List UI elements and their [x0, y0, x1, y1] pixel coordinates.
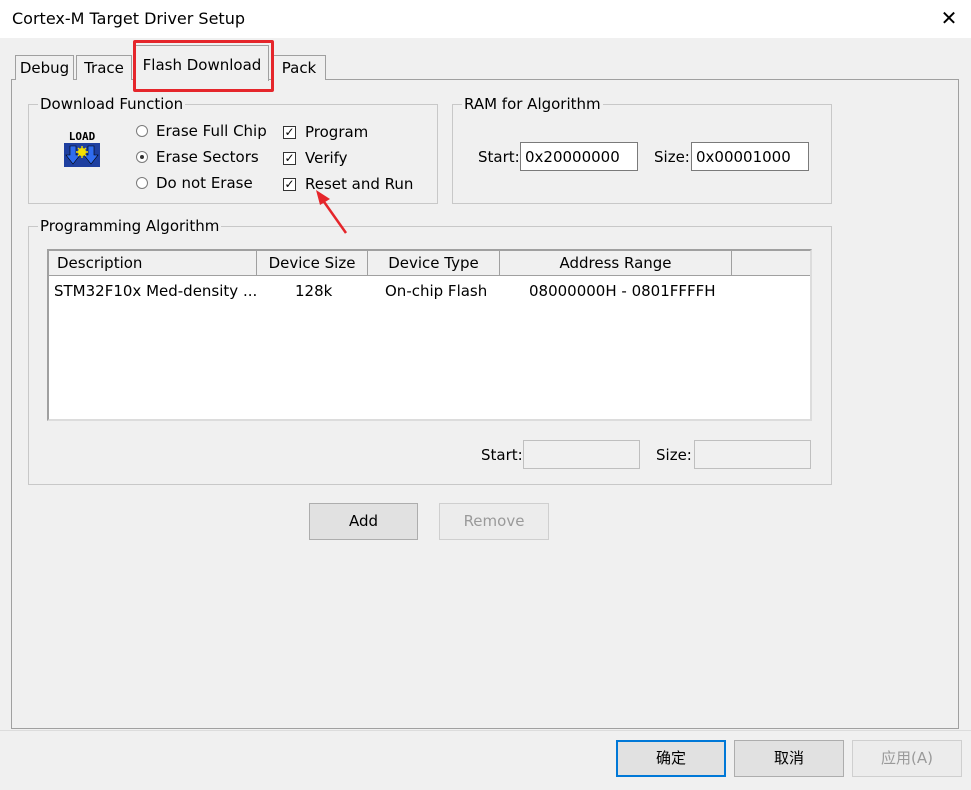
algorithm-size-label: Size: [656, 446, 692, 464]
radio-erase-sectors-label: Erase Sectors [156, 148, 259, 166]
column-header-description[interactable]: Description [49, 251, 257, 276]
title-bar: Cortex-M Target Driver Setup ✕ [0, 0, 971, 38]
algorithm-start-input[interactable] [523, 440, 640, 469]
column-header-address-range[interactable]: Address Range [500, 251, 732, 276]
ram-size-input[interactable] [691, 142, 809, 171]
ram-start-input[interactable] [520, 142, 638, 171]
table-row[interactable]: STM32F10x Med-density ... 128k On-chip F… [49, 278, 810, 304]
ram-size-label: Size: [654, 148, 690, 166]
radio-erase-full-chip[interactable] [136, 125, 148, 137]
radio-do-not-erase[interactable] [136, 177, 148, 189]
column-header-filler [732, 251, 810, 276]
download-function-legend: Download Function [38, 95, 186, 113]
annotation-arrow-icon [316, 190, 348, 234]
algorithm-table[interactable]: Description Device Size Device Type Addr… [47, 249, 812, 421]
checkbox-verify-label: Verify [305, 149, 348, 167]
checkbox-verify[interactable]: ✓ [283, 152, 296, 165]
checkbox-reset-and-run[interactable]: ✓ [283, 178, 296, 191]
radio-erase-sectors[interactable] [136, 151, 148, 163]
tab-debug[interactable]: Debug [15, 55, 74, 80]
column-header-device-size[interactable]: Device Size [257, 251, 368, 276]
add-button[interactable]: Add [309, 503, 418, 540]
ram-for-algorithm-legend: RAM for Algorithm [462, 95, 603, 113]
programming-algorithm-legend: Programming Algorithm [38, 217, 222, 235]
algorithm-start-label: Start: [481, 446, 523, 464]
checkbox-program-label: Program [305, 123, 369, 141]
footer-separator [0, 730, 971, 731]
cell-description: STM32F10x Med-density ... [54, 282, 258, 300]
window-title: Cortex-M Target Driver Setup [12, 9, 245, 28]
cell-device-size: 128k [295, 282, 333, 300]
checkbox-program[interactable]: ✓ [283, 126, 296, 139]
apply-button[interactable]: 应用(A) [852, 740, 962, 777]
cell-device-type: On-chip Flash [385, 282, 488, 300]
load-icon-text: LOAD [69, 130, 96, 143]
ram-start-label: Start: [478, 148, 520, 166]
tab-trace[interactable]: Trace [76, 55, 132, 80]
tab-pack[interactable]: Pack [272, 55, 326, 80]
column-header-device-type[interactable]: Device Type [368, 251, 500, 276]
remove-button[interactable]: Remove [439, 503, 549, 540]
cancel-button[interactable]: 取消 [734, 740, 844, 777]
load-icon: LOAD [61, 128, 103, 168]
radio-erase-full-chip-label: Erase Full Chip [156, 122, 267, 140]
ok-button[interactable]: 确定 [616, 740, 726, 777]
algorithm-size-input[interactable] [694, 440, 811, 469]
close-icon[interactable]: ✕ [937, 6, 961, 30]
highlight-box [133, 40, 274, 92]
cell-address-range: 08000000H - 0801FFFFH [529, 282, 716, 300]
radio-do-not-erase-label: Do not Erase [156, 174, 253, 192]
